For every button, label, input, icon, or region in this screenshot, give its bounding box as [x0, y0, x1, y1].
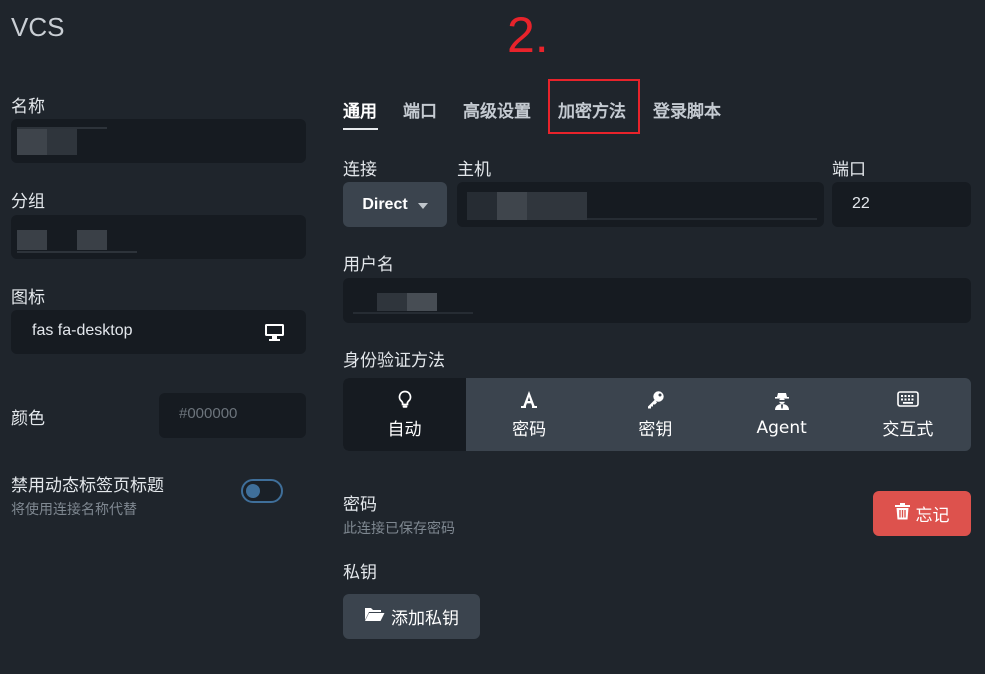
disable-dynamic-title-desc: 将使用连接名称代替: [11, 502, 137, 518]
connection-label: 连接: [343, 160, 377, 180]
port-input[interactable]: 22: [832, 182, 971, 227]
port-label: 端口: [832, 160, 866, 180]
redacted-line: [17, 251, 137, 253]
toggle-knob: [246, 484, 260, 498]
auth-method-selector: 自动 密码 密钥 Agent 交互式: [343, 378, 971, 451]
icon-label: 图标: [11, 288, 45, 308]
disable-dynamic-title-label: 禁用动态标签页标题: [11, 476, 164, 496]
trash-icon: [894, 502, 910, 525]
redacted-block: [497, 192, 527, 220]
color-label: 颜色: [11, 409, 45, 429]
username-label: 用户名: [343, 255, 394, 275]
app-title: VCS: [11, 12, 65, 42]
connection-type-dropdown[interactable]: Direct: [343, 182, 447, 227]
connection-type-value: Direct: [362, 195, 408, 213]
tab-advanced[interactable]: 高级设置: [463, 97, 531, 122]
step-annotation: 2.: [507, 7, 549, 63]
auth-method-label: 身份验证方法: [343, 351, 445, 371]
color-input[interactable]: [179, 405, 299, 422]
icon-input[interactable]: fas fa-desktop: [11, 310, 306, 354]
add-private-key-button[interactable]: 添加私钥: [343, 594, 480, 639]
redacted-block: [407, 293, 437, 311]
password-label: 密码: [343, 495, 377, 515]
redacted-block: [47, 129, 77, 155]
tab-general[interactable]: 通用: [343, 97, 377, 122]
password-saved-desc: 此连接已保存密码: [343, 521, 455, 537]
redacted-line: [17, 127, 107, 129]
key-icon: [646, 389, 665, 409]
name-label: 名称: [11, 97, 45, 117]
auth-option-label: Agent: [756, 417, 807, 438]
icon-value: fas fa-desktop: [32, 322, 133, 339]
port-value: 22: [852, 195, 870, 212]
group-input[interactable]: [11, 215, 306, 259]
font-a-icon: [521, 389, 538, 409]
color-input-box[interactable]: [159, 393, 306, 438]
group-label: 分组: [11, 192, 45, 212]
redacted-line: [353, 312, 473, 314]
redacted-block: [377, 293, 407, 311]
redacted-block: [17, 129, 47, 155]
lightbulb-icon: [398, 389, 412, 409]
name-input[interactable]: [11, 119, 306, 163]
desktop-icon: [264, 323, 285, 345]
auth-option-password[interactable]: 密码: [466, 378, 592, 451]
redacted-line: [587, 218, 817, 220]
forget-button-label: 忘记: [915, 506, 950, 526]
keyboard-icon: [897, 389, 919, 409]
disable-dynamic-title-toggle[interactable]: [241, 479, 283, 503]
auth-option-agent[interactable]: Agent: [719, 378, 845, 451]
auth-option-key[interactable]: 密钥: [592, 378, 718, 451]
user-secret-icon: [774, 392, 790, 412]
host-input[interactable]: [457, 182, 824, 227]
auth-option-label: 交互式: [882, 420, 934, 440]
caret-down-icon: [417, 202, 428, 209]
add-key-button-label: 添加私钥: [391, 609, 459, 629]
redacted-block: [17, 230, 47, 250]
auth-option-interactive[interactable]: 交互式: [845, 378, 971, 451]
auth-option-label: 自动: [387, 420, 422, 440]
redacted-block: [77, 230, 107, 250]
auth-option-label: 密钥: [638, 420, 673, 440]
forget-password-button[interactable]: 忘记: [873, 491, 971, 536]
auth-option-label: 密码: [512, 420, 547, 440]
private-key-label: 私钥: [343, 563, 377, 583]
redacted-block: [527, 192, 587, 220]
redacted-block: [467, 192, 497, 220]
host-label: 主机: [457, 160, 491, 180]
annotation-highlight-box: [548, 79, 640, 134]
auth-option-auto[interactable]: 自动: [343, 378, 466, 451]
folder-open-icon: [364, 606, 385, 627]
tab-login-scripts[interactable]: 登录脚本: [653, 97, 721, 122]
active-tab-underline: [343, 128, 378, 130]
tab-ports[interactable]: 端口: [403, 97, 437, 122]
username-input[interactable]: [343, 278, 971, 323]
